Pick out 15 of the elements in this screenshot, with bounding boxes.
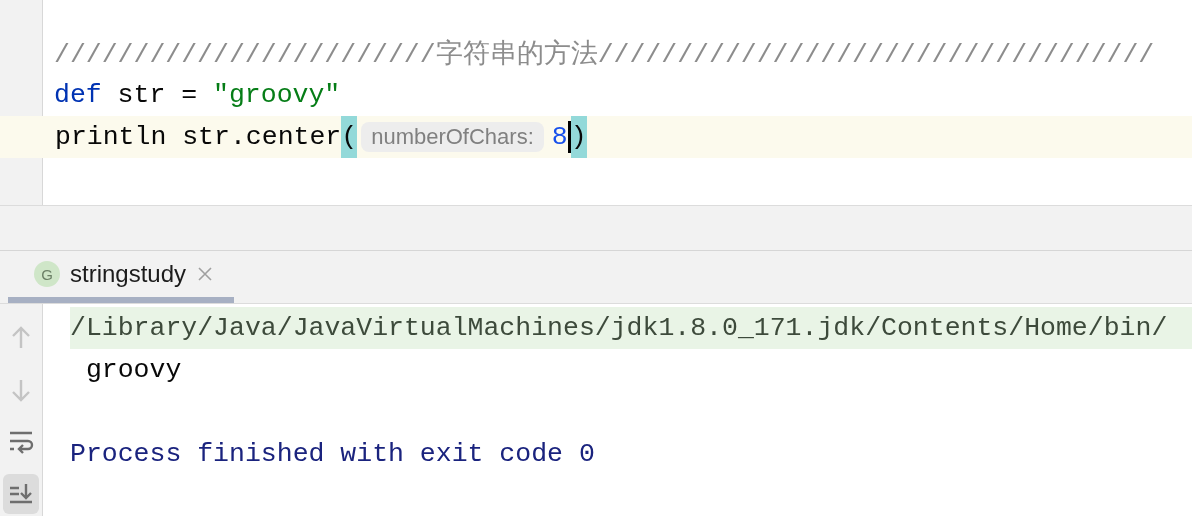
groovy-badge-icon: G	[34, 261, 60, 287]
code-text: println str.center	[55, 122, 342, 152]
exit-message: Process finished with exit code 0	[70, 438, 596, 471]
console-output: groovy	[84, 354, 183, 387]
brace-highlight: (	[341, 116, 358, 158]
tab-label: stringstudy	[70, 260, 187, 288]
scroll-to-end-icon[interactable]	[3, 474, 39, 514]
code-keyword: def	[54, 80, 102, 110]
code-number: 8	[551, 122, 568, 152]
close-icon[interactable]	[196, 265, 215, 283]
parameter-hint: numberOfChars:	[361, 122, 544, 152]
code-comment: ////////////////////////字符串的方法///////////////////////////////////	[54, 38, 1155, 71]
code-text: str =	[116, 80, 199, 110]
brace-highlight: )	[570, 116, 587, 158]
code-string: "groovy"	[213, 80, 341, 110]
